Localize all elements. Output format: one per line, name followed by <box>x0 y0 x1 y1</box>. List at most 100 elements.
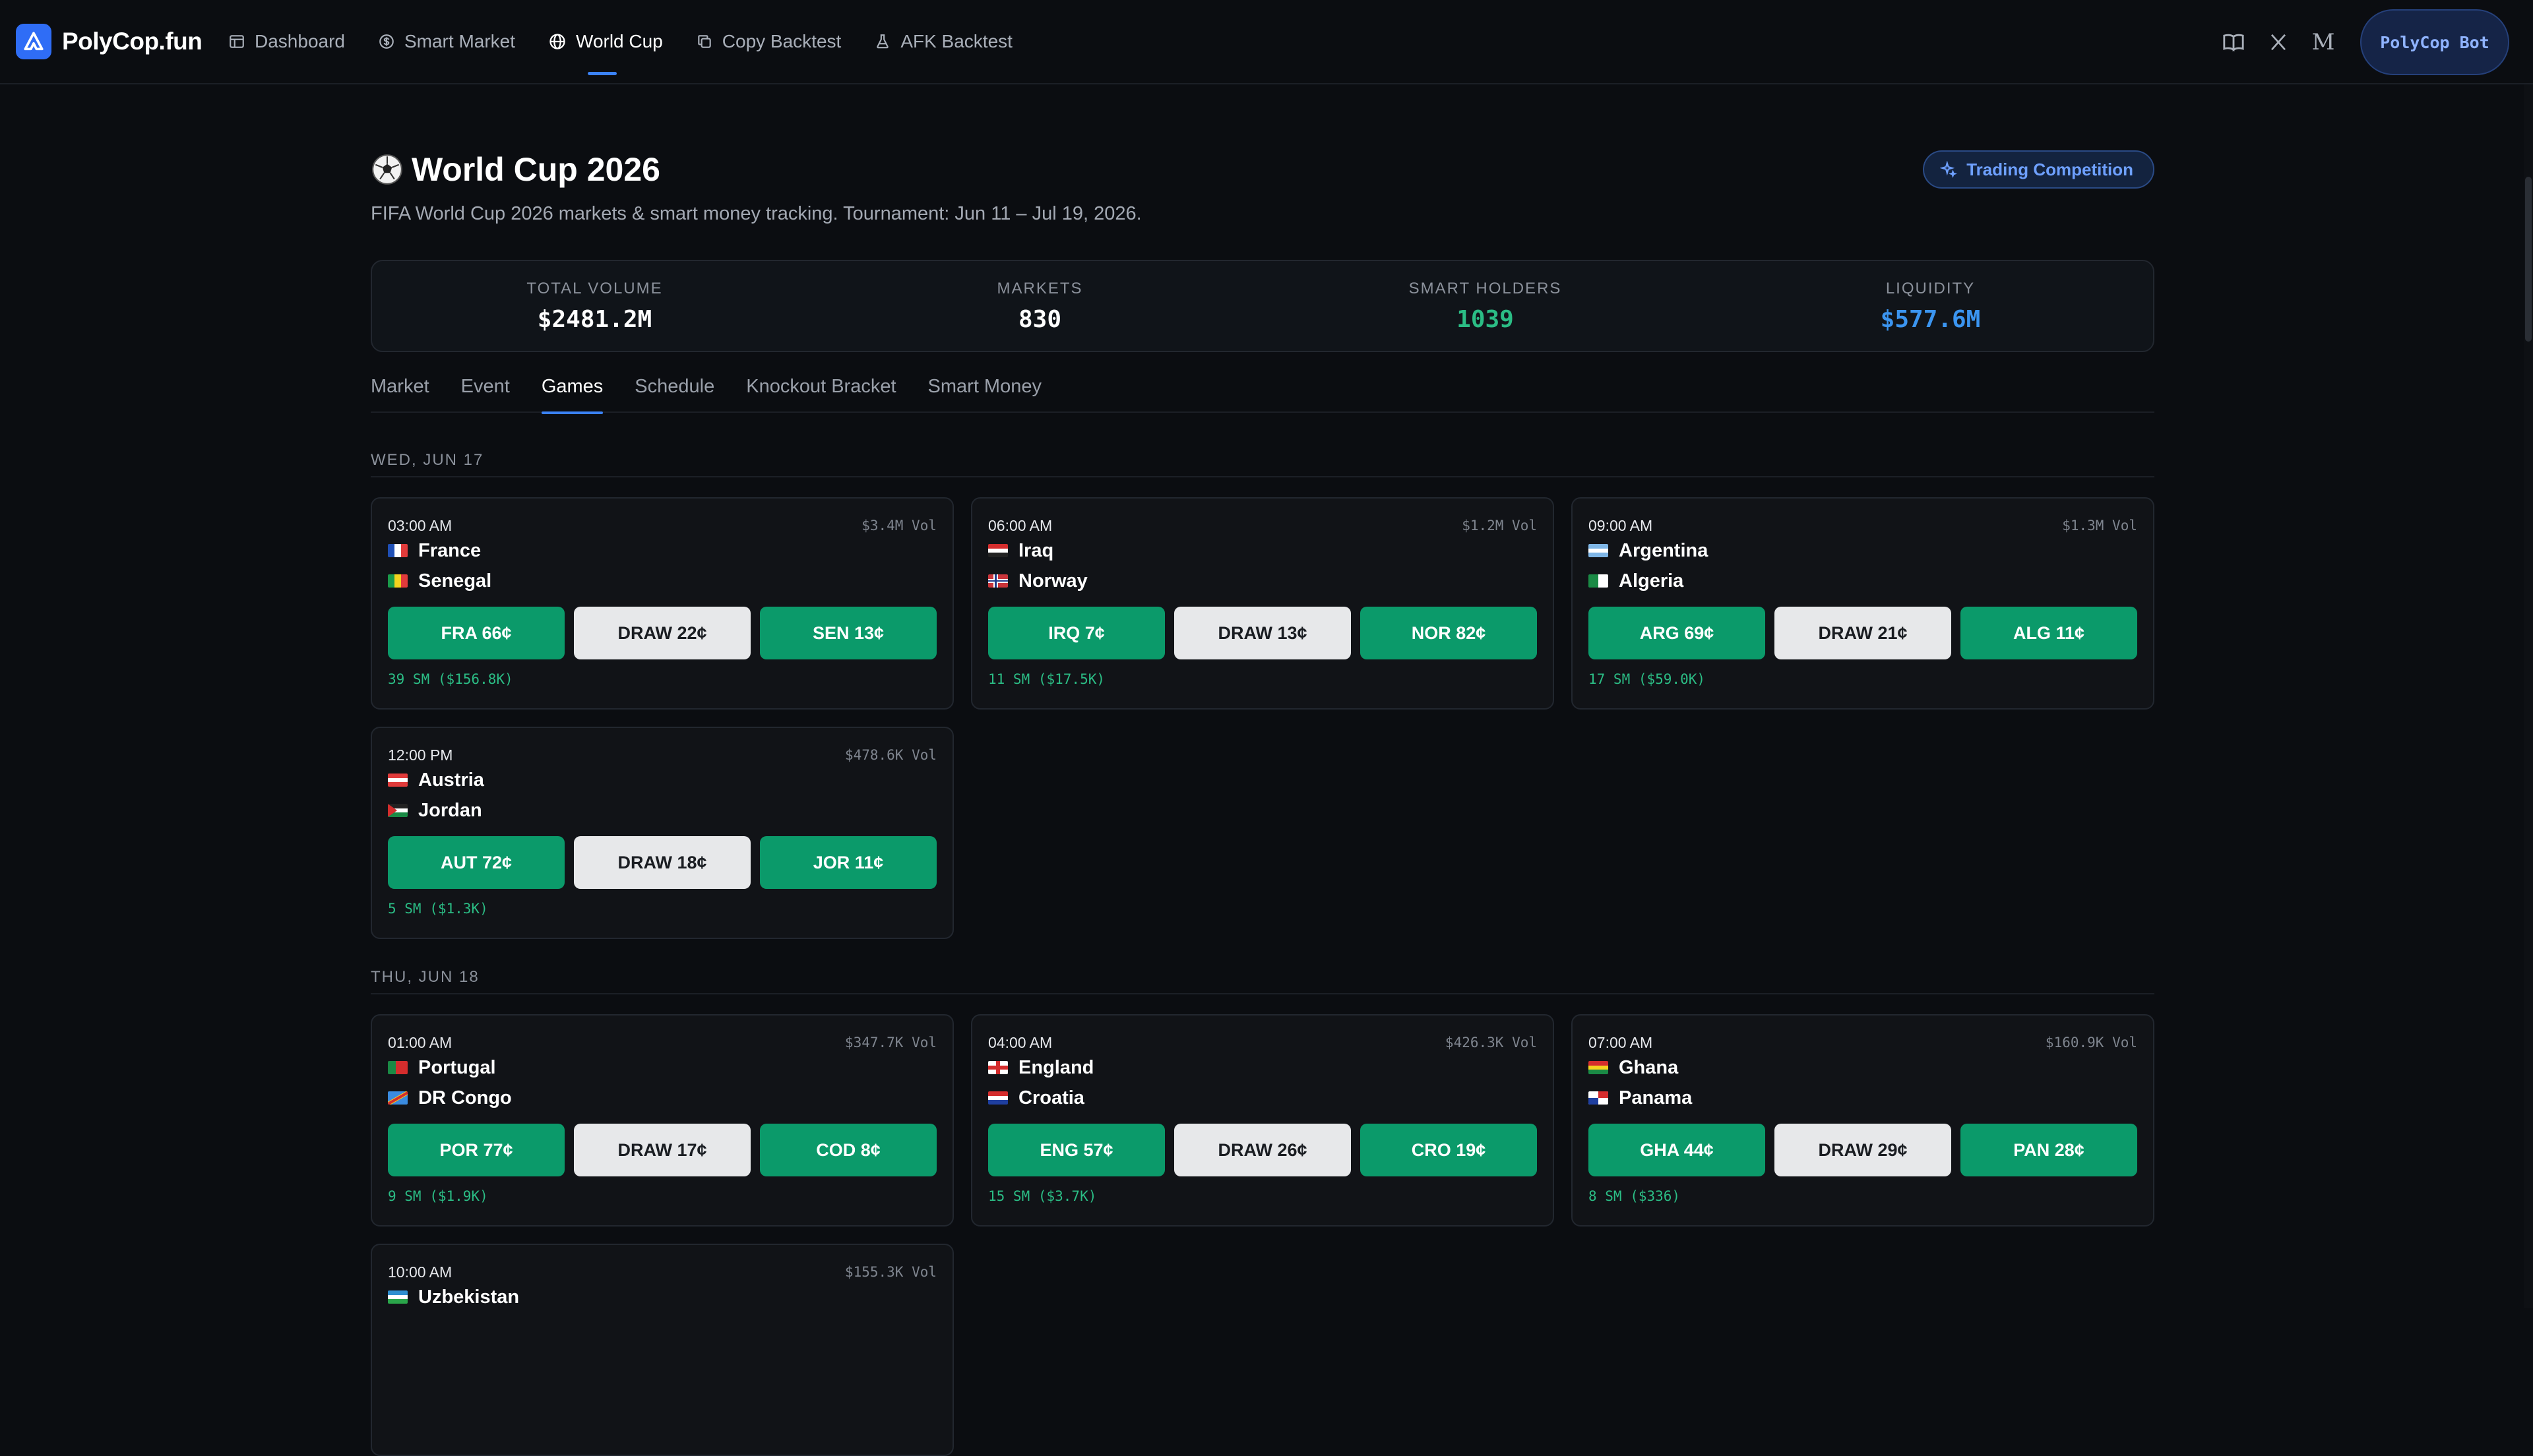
home-odds-button[interactable]: ENG 57¢ <box>988 1124 1165 1176</box>
stats-panel: TOTAL VOLUME $2481.2M MARKETS 830 SMART … <box>371 260 2154 352</box>
flag-jordan-icon <box>388 804 408 817</box>
game-volume: $478.6K Vol <box>844 747 937 763</box>
team-name: Panama <box>1619 1087 1693 1108</box>
team-name: Iraq <box>1018 539 1054 561</box>
game-card[interactable]: 01:00 AM $347.7K Vol Portugal DR Congo PO… <box>371 1014 954 1227</box>
game-card[interactable]: 10:00 AM $155.3K Vol Uzbekistan <box>371 1244 954 1456</box>
draw-odds-button[interactable]: DRAW 17¢ <box>574 1124 751 1176</box>
stat-liquidity: LIQUIDITY $577.6M <box>1708 261 2153 351</box>
page-scrollbar[interactable] <box>2524 84 2533 1308</box>
stat-label: MARKETS <box>997 279 1083 297</box>
x-icon[interactable] <box>2263 26 2294 58</box>
home-team: Portugal <box>388 1052 937 1083</box>
away-odds-button[interactable]: CRO 19¢ <box>1360 1124 1537 1176</box>
away-team: Algeria <box>1588 566 2137 596</box>
away-team: Norway <box>988 566 1537 596</box>
tab-event[interactable]: Event <box>461 369 510 413</box>
away-odds-button[interactable]: COD 8¢ <box>760 1124 937 1176</box>
nav-dashboard[interactable]: Dashboard <box>228 24 345 59</box>
game-card[interactable]: 07:00 AM $160.9K Vol Ghana Panama GHA 44¢… <box>1571 1014 2154 1227</box>
sparkle-icon <box>1940 161 1958 178</box>
flag-iraq-icon <box>988 544 1008 557</box>
away-odds-button[interactable]: ALG 11¢ <box>1960 607 2137 659</box>
smart-money-summary: 5 SM ($1.3K) <box>388 901 488 917</box>
dollar-icon <box>379 34 394 49</box>
tab-schedule[interactable]: Schedule <box>635 369 714 413</box>
draw-odds-button[interactable]: DRAW 26¢ <box>1174 1124 1351 1176</box>
flag-argentina-icon <box>1588 544 1608 557</box>
nav-afk-backtest-label: AFK Backtest <box>900 31 1013 51</box>
home-odds-button[interactable]: AUT 72¢ <box>388 836 565 889</box>
scrollbar-thumb[interactable] <box>2525 177 2532 342</box>
draw-odds-button[interactable]: DRAW 21¢ <box>1774 607 1951 659</box>
home-odds-button[interactable]: POR 77¢ <box>388 1124 565 1176</box>
nav-world-cup[interactable]: World Cup <box>548 24 663 75</box>
smart-money-summary: 15 SM ($3.7K) <box>988 1188 1097 1204</box>
stat-value: 830 <box>1018 305 1062 333</box>
draw-odds-button[interactable]: DRAW 29¢ <box>1774 1124 1951 1176</box>
day-label: THU, JUN 18 <box>371 968 2154 994</box>
draw-odds-button[interactable]: DRAW 18¢ <box>574 836 751 889</box>
game-card[interactable]: 09:00 AM $1.3M Vol Argentina Algeria ARG … <box>1571 497 2154 710</box>
globe-icon <box>549 34 565 49</box>
tab-smart-money[interactable]: Smart Money <box>928 369 1042 413</box>
home-team: Uzbekistan <box>388 1282 937 1312</box>
nav-world-cup-label: World Cup <box>576 31 663 51</box>
flag-uzbekistan-icon <box>388 1290 408 1304</box>
day-section: THU, JUN 18 01:00 AM $347.7K Vol Portugal… <box>371 968 2154 1456</box>
smart-money-summary: 39 SM ($156.8K) <box>388 671 513 687</box>
away-odds-button[interactable]: JOR 11¢ <box>760 836 937 889</box>
home-team: Ghana <box>1588 1052 2137 1083</box>
tab-knockout-bracket[interactable]: Knockout Bracket <box>746 369 896 413</box>
stat-label: TOTAL VOLUME <box>526 279 663 297</box>
away-odds-button[interactable]: NOR 82¢ <box>1360 607 1537 659</box>
smart-money-summary: 9 SM ($1.9K) <box>388 1188 488 1204</box>
game-card[interactable]: 04:00 AM $426.3K Vol England Croatia ENG … <box>971 1014 1554 1227</box>
tab-games[interactable]: Games <box>541 369 604 414</box>
page-title: World Cup 2026 <box>371 150 660 189</box>
away-team: Senegal <box>388 566 937 596</box>
soccer-ball-icon <box>372 154 402 185</box>
nav-smart-market[interactable]: Smart Market <box>378 24 515 59</box>
nav-afk-backtest[interactable]: AFK Backtest <box>874 24 1013 59</box>
game-card[interactable]: 06:00 AM $1.2M Vol Iraq Norway IRQ 7¢ DRA… <box>971 497 1554 710</box>
smart-money-summary: 8 SM ($336) <box>1588 1188 1681 1204</box>
medium-icon[interactable]: M <box>2307 26 2339 58</box>
page-subtitle: FIFA World Cup 2026 markets & smart mone… <box>371 203 1142 224</box>
stat-value: 1039 <box>1456 305 1514 333</box>
smart-money-summary: 17 SM ($59.0K) <box>1588 671 1706 687</box>
stat-markets: MARKETS 830 <box>817 261 1263 351</box>
home-team: England <box>988 1052 1537 1083</box>
page-title-text: World Cup 2026 <box>412 151 660 188</box>
home-team: France <box>388 535 937 566</box>
game-time: 09:00 AM <box>1588 516 1653 534</box>
home-team: Iraq <box>988 535 1537 566</box>
brand[interactable]: PolyCop.fun <box>16 24 203 59</box>
flag-austria-icon <box>388 774 408 787</box>
brand-name: PolyCop.fun <box>62 28 203 55</box>
away-odds-button[interactable]: SEN 13¢ <box>760 607 937 659</box>
game-card[interactable]: 12:00 PM $478.6K Vol Austria Jordan AUT 7… <box>371 727 954 939</box>
game-card[interactable]: 03:00 AM $3.4M Vol France Senegal FRA 66¢… <box>371 497 954 710</box>
stat-total-volume: TOTAL VOLUME $2481.2M <box>372 261 817 351</box>
game-time: 12:00 PM <box>388 746 453 764</box>
team-name: France <box>418 539 482 561</box>
home-odds-button[interactable]: FRA 66¢ <box>388 607 565 659</box>
draw-odds-button[interactable]: DRAW 13¢ <box>1174 607 1351 659</box>
home-team: Austria <box>388 765 937 795</box>
page-header: World Cup 2026 Trading Competition <box>371 150 2154 193</box>
copy-icon <box>698 35 711 48</box>
nav-copy-backtest[interactable]: Copy Backtest <box>696 24 841 59</box>
home-odds-button[interactable]: IRQ 7¢ <box>988 607 1165 659</box>
book-icon[interactable] <box>2218 26 2249 58</box>
home-odds-button[interactable]: GHA 44¢ <box>1588 1124 1765 1176</box>
draw-odds-button[interactable]: DRAW 22¢ <box>574 607 751 659</box>
home-odds-button[interactable]: ARG 69¢ <box>1588 607 1765 659</box>
polycop-bot-button[interactable]: PolyCop Bot <box>2360 9 2509 75</box>
tab-market[interactable]: Market <box>371 369 429 413</box>
team-name: Uzbekistan <box>418 1286 520 1308</box>
dashboard-icon <box>230 35 244 48</box>
away-odds-button[interactable]: PAN 28¢ <box>1960 1124 2137 1176</box>
trading-competition-button[interactable]: Trading Competition <box>1923 150 2154 189</box>
flag-dr-congo-icon <box>388 1091 408 1105</box>
